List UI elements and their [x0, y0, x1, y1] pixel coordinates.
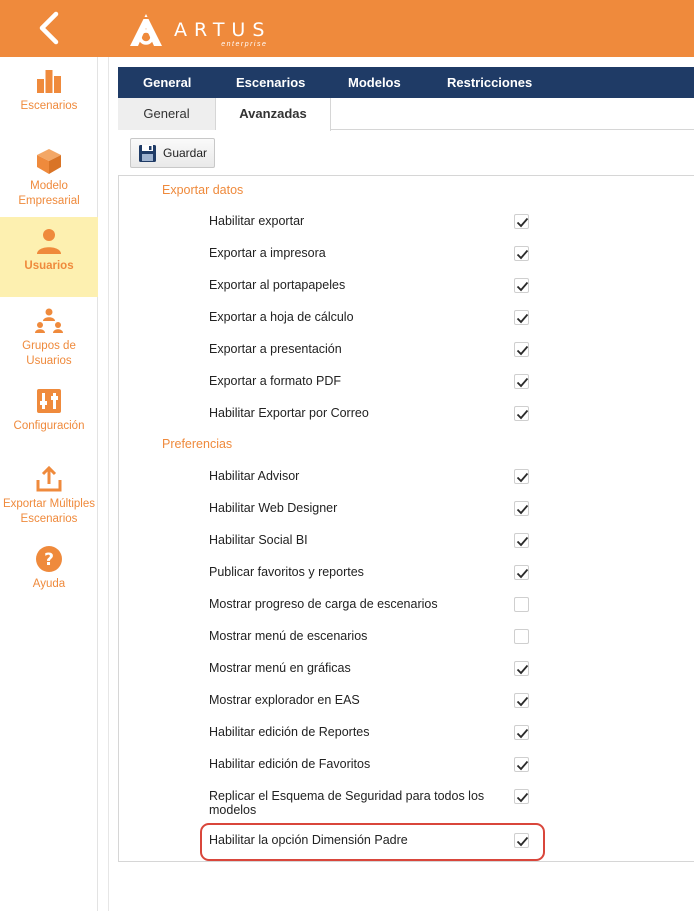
option-checkbox[interactable]: [514, 246, 529, 261]
checkmark-icon: [516, 568, 529, 579]
top-bar: ARTUS enterprise: [0, 0, 694, 57]
option-checkbox[interactable]: [514, 757, 529, 772]
sidebar-divider: [108, 57, 109, 911]
sidebar-item-usuarios[interactable]: Usuarios: [0, 217, 98, 297]
option-label: Exportar al portapapeles: [209, 278, 346, 292]
toolbar: Guardar: [118, 131, 694, 176]
sidebar-item-label: Ayuda: [32, 578, 66, 590]
option-label: Habilitar edición de Favoritos: [209, 757, 371, 771]
option-label: Exportar a hoja de cálculo: [209, 310, 354, 324]
checkmark-icon: [516, 249, 529, 260]
upload-icon: [36, 465, 62, 492]
option-checkbox[interactable]: [514, 533, 529, 548]
tab-general[interactable]: General: [143, 67, 191, 98]
option-label: Publicar favoritos y reportes: [209, 565, 364, 579]
save-button[interactable]: Guardar: [130, 138, 215, 168]
sidebar-item-configuracion[interactable]: Configuración: [0, 387, 98, 432]
checkmark-icon: [516, 345, 529, 356]
sidebar-item-modelo-empresarial[interactable]: Modelo Empresarial: [0, 147, 98, 209]
sidebar-item-escenarios[interactable]: Escenarios: [0, 67, 98, 127]
option-checkbox[interactable]: [514, 629, 529, 644]
brand-name: ARTUS: [174, 19, 272, 41]
option-checkbox[interactable]: [514, 406, 529, 421]
option-label: Replicar el Esquema de Seguridad para to…: [209, 789, 485, 817]
checkmark-icon: [516, 728, 529, 739]
option-checkbox[interactable]: [514, 789, 529, 804]
sidebar-item-ayuda[interactable]: ? Ayuda: [0, 545, 98, 590]
option-checkbox[interactable]: [514, 661, 529, 676]
sidebar-item-label: Escenarios: [20, 100, 78, 112]
user-group-icon: [35, 308, 63, 333]
option-label: Habilitar Web Designer: [209, 501, 338, 515]
option-checkbox[interactable]: [514, 693, 529, 708]
cube-icon: [37, 149, 61, 174]
checkmark-icon: [516, 281, 529, 292]
bar-chart-icon: [37, 70, 61, 93]
option-label: Exportar a impresora: [209, 246, 326, 260]
option-label: Habilitar Advisor: [209, 469, 300, 483]
floppy-disk-icon: [139, 144, 156, 162]
section-title-exportar-datos: Exportar datos: [162, 183, 244, 197]
checkmark-icon: [516, 313, 529, 324]
option-checkbox[interactable]: [514, 310, 529, 325]
save-button-label: Guardar: [163, 146, 208, 160]
option-checkbox[interactable]: [514, 501, 529, 516]
checkmark-icon: [516, 472, 529, 483]
option-label: Habilitar Social BI: [209, 533, 308, 547]
sidebar-item-label: Usuarios: [24, 260, 74, 272]
main-tab-bar: General Escenarios Modelos Restricciones: [118, 67, 694, 98]
checkmark-icon: [516, 409, 529, 420]
option-checkbox[interactable]: [514, 214, 529, 229]
tab-modelos[interactable]: Modelos: [348, 67, 401, 98]
option-checkbox[interactable]: [514, 565, 529, 580]
sidebar-item-label: Exportar Múltiples Escenarios: [2, 498, 96, 525]
subtab-general[interactable]: General: [118, 98, 216, 130]
option-label: Mostrar menú en gráficas: [209, 661, 351, 675]
sidebar-item-grupos-de-usuarios[interactable]: Grupos de Usuarios: [0, 307, 98, 369]
option-checkbox[interactable]: [514, 342, 529, 357]
checkmark-icon: [516, 377, 529, 388]
section-title-preferencias: Preferencias: [162, 437, 233, 451]
brand-subtitle: enterprise: [221, 41, 268, 48]
option-checkbox[interactable]: [514, 374, 529, 389]
sidebar-item-label: Grupos de Usuarios: [22, 340, 76, 367]
sidebar: Escenarios Modelo Empresarial Usuarios G…: [0, 57, 98, 911]
help-icon: ?: [36, 546, 62, 572]
option-label: Habilitar Exportar por Correo: [209, 406, 369, 420]
option-label: Exportar a formato PDF: [209, 374, 341, 388]
option-checkbox[interactable]: [514, 597, 529, 612]
subtab-avanzadas[interactable]: Avanzadas: [216, 98, 331, 131]
sub-tab-bar: General Avanzadas: [118, 98, 694, 131]
option-label: Mostrar explorador en EAS: [209, 693, 360, 707]
tab-escenarios[interactable]: Escenarios: [236, 67, 305, 98]
highlight-outline: [200, 823, 545, 861]
user-icon: [37, 229, 61, 254]
option-checkbox[interactable]: [514, 469, 529, 484]
checkmark-icon: [516, 536, 529, 547]
svg-text:?: ?: [44, 550, 54, 570]
option-label: Habilitar exportar: [209, 214, 305, 228]
option-label: Habilitar edición de Reportes: [209, 725, 370, 739]
back-arrow-icon[interactable]: [34, 11, 66, 45]
artus-logo-icon: [130, 14, 162, 46]
checkmark-icon: [516, 760, 529, 771]
sidebar-item-label: Modelo Empresarial: [18, 180, 80, 207]
settings-panel-icon: [37, 389, 61, 413]
checkmark-icon: [516, 504, 529, 515]
option-label: Mostrar menú de escenarios: [209, 629, 368, 643]
option-label: Mostrar progreso de carga de escenarios: [209, 597, 438, 611]
checkmark-icon: [516, 664, 529, 675]
tab-restricciones[interactable]: Restricciones: [447, 67, 532, 98]
checkmark-icon: [516, 217, 529, 228]
sidebar-item-label: Configuración: [13, 420, 85, 432]
option-checkbox[interactable]: [514, 278, 529, 293]
checkmark-icon: [516, 792, 529, 803]
sidebar-item-exportar-multiples-escenarios[interactable]: Exportar Múltiples Escenarios: [0, 465, 98, 541]
checkmark-icon: [516, 696, 529, 707]
option-checkbox[interactable]: [514, 725, 529, 740]
artus-logo: ARTUS enterprise: [128, 10, 271, 50]
option-label: Exportar a presentación: [209, 342, 342, 356]
